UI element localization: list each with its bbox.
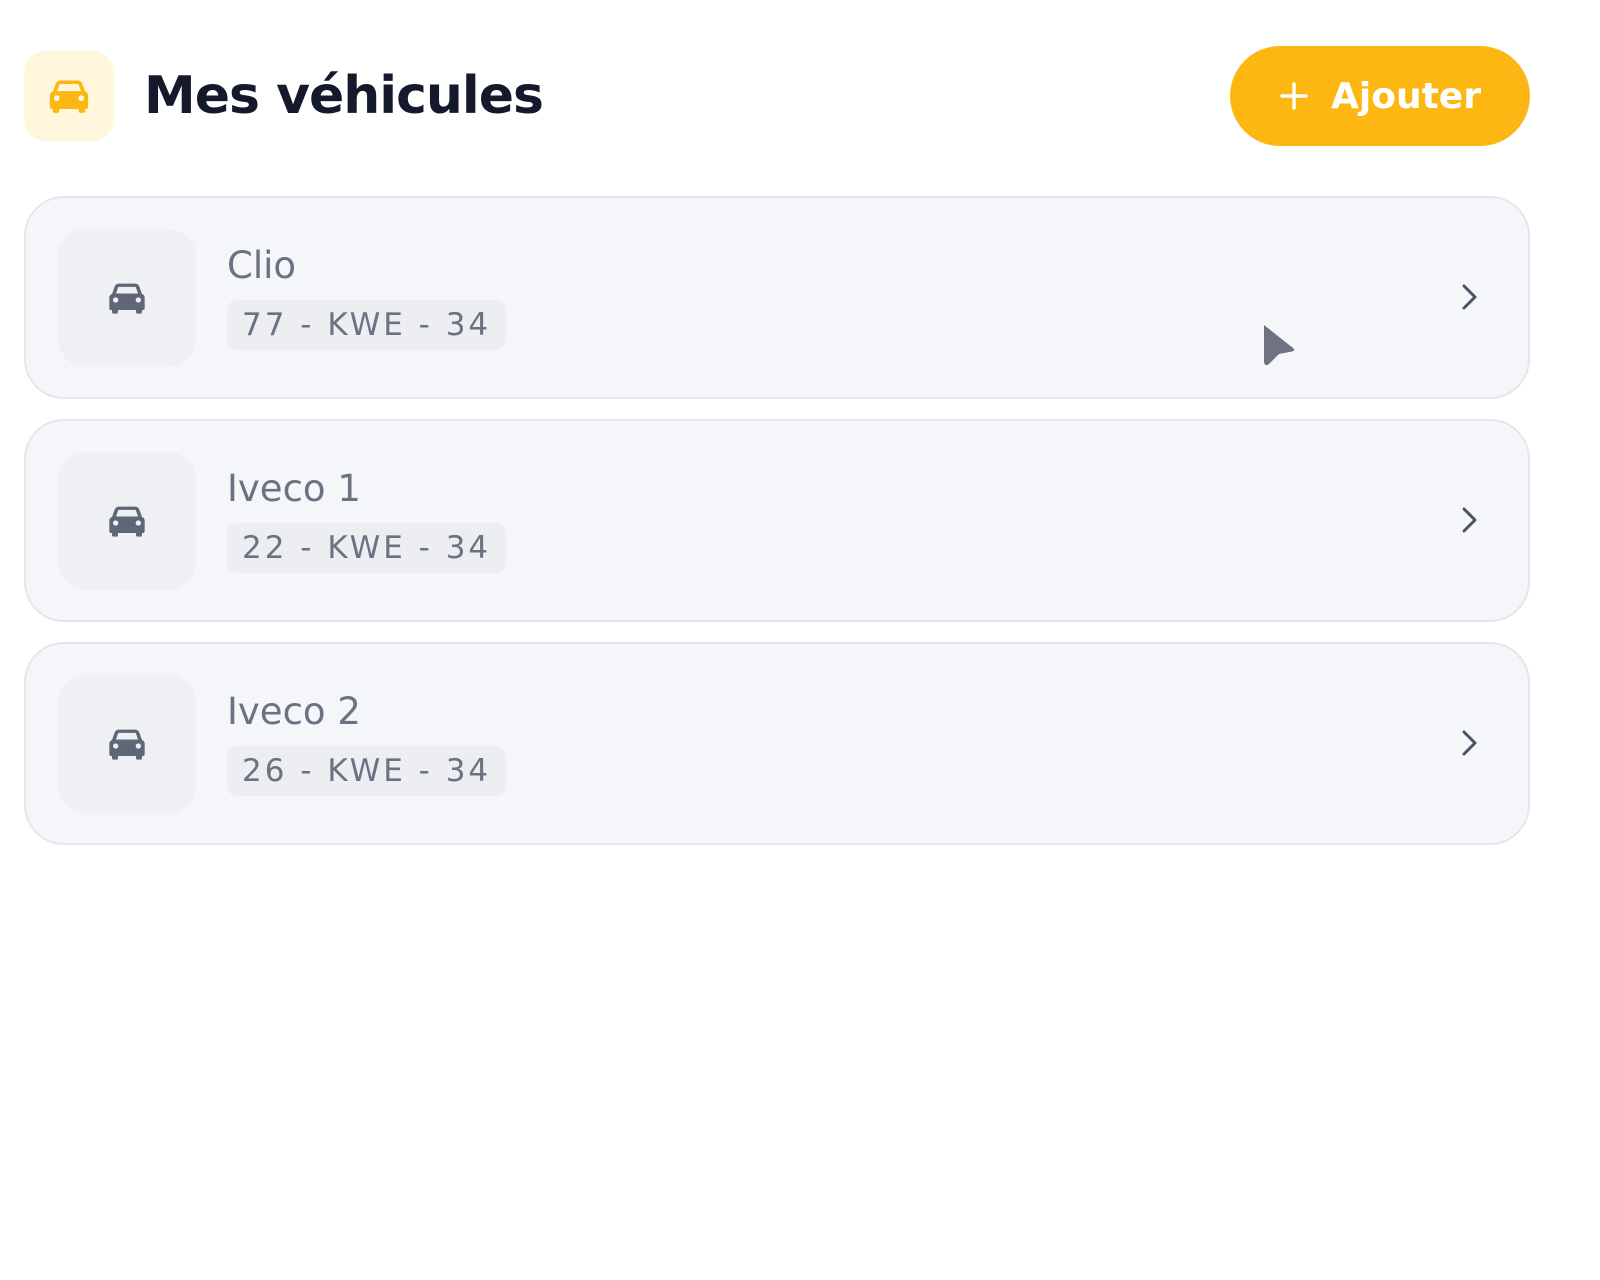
chevron-right-icon: [1454, 728, 1484, 758]
vehicle-card[interactable]: Clio 77 - KWE - 34: [24, 196, 1530, 399]
page-header: Mes véhicules Ajouter: [24, 46, 1530, 146]
page-title: Mes véhicules: [144, 66, 544, 126]
license-plate: 77 - KWE - 34: [227, 300, 507, 350]
car-icon: [109, 506, 145, 537]
vehicle-thumbnail: [58, 452, 196, 590]
plus-icon: [1279, 81, 1309, 111]
vehicle-name: Iveco 2: [227, 690, 361, 733]
mouse-cursor-icon: [1264, 325, 1295, 366]
header-car-icon: [24, 51, 114, 141]
license-plate: 22 - KWE - 34: [227, 523, 507, 573]
vehicle-list: Clio 77 - KWE - 34 Iveco 1 22 - KWE - 34: [24, 196, 1530, 865]
vehicle-name: Clio: [227, 244, 297, 287]
chevron-right-icon: [1454, 282, 1484, 312]
vehicle-thumbnail: [58, 229, 196, 367]
license-plate: 26 - KWE - 34: [227, 746, 507, 796]
vehicle-card[interactable]: Iveco 2 26 - KWE - 34: [24, 642, 1530, 845]
car-icon: [109, 283, 145, 314]
vehicle-thumbnail: [58, 675, 196, 813]
vehicle-name: Iveco 1: [227, 467, 361, 510]
chevron-right-icon: [1454, 505, 1484, 535]
add-vehicle-button[interactable]: Ajouter: [1230, 46, 1530, 146]
add-button-label: Ajouter: [1331, 75, 1481, 117]
car-icon: [109, 729, 145, 760]
vehicle-card[interactable]: Iveco 1 22 - KWE - 34: [24, 419, 1530, 622]
